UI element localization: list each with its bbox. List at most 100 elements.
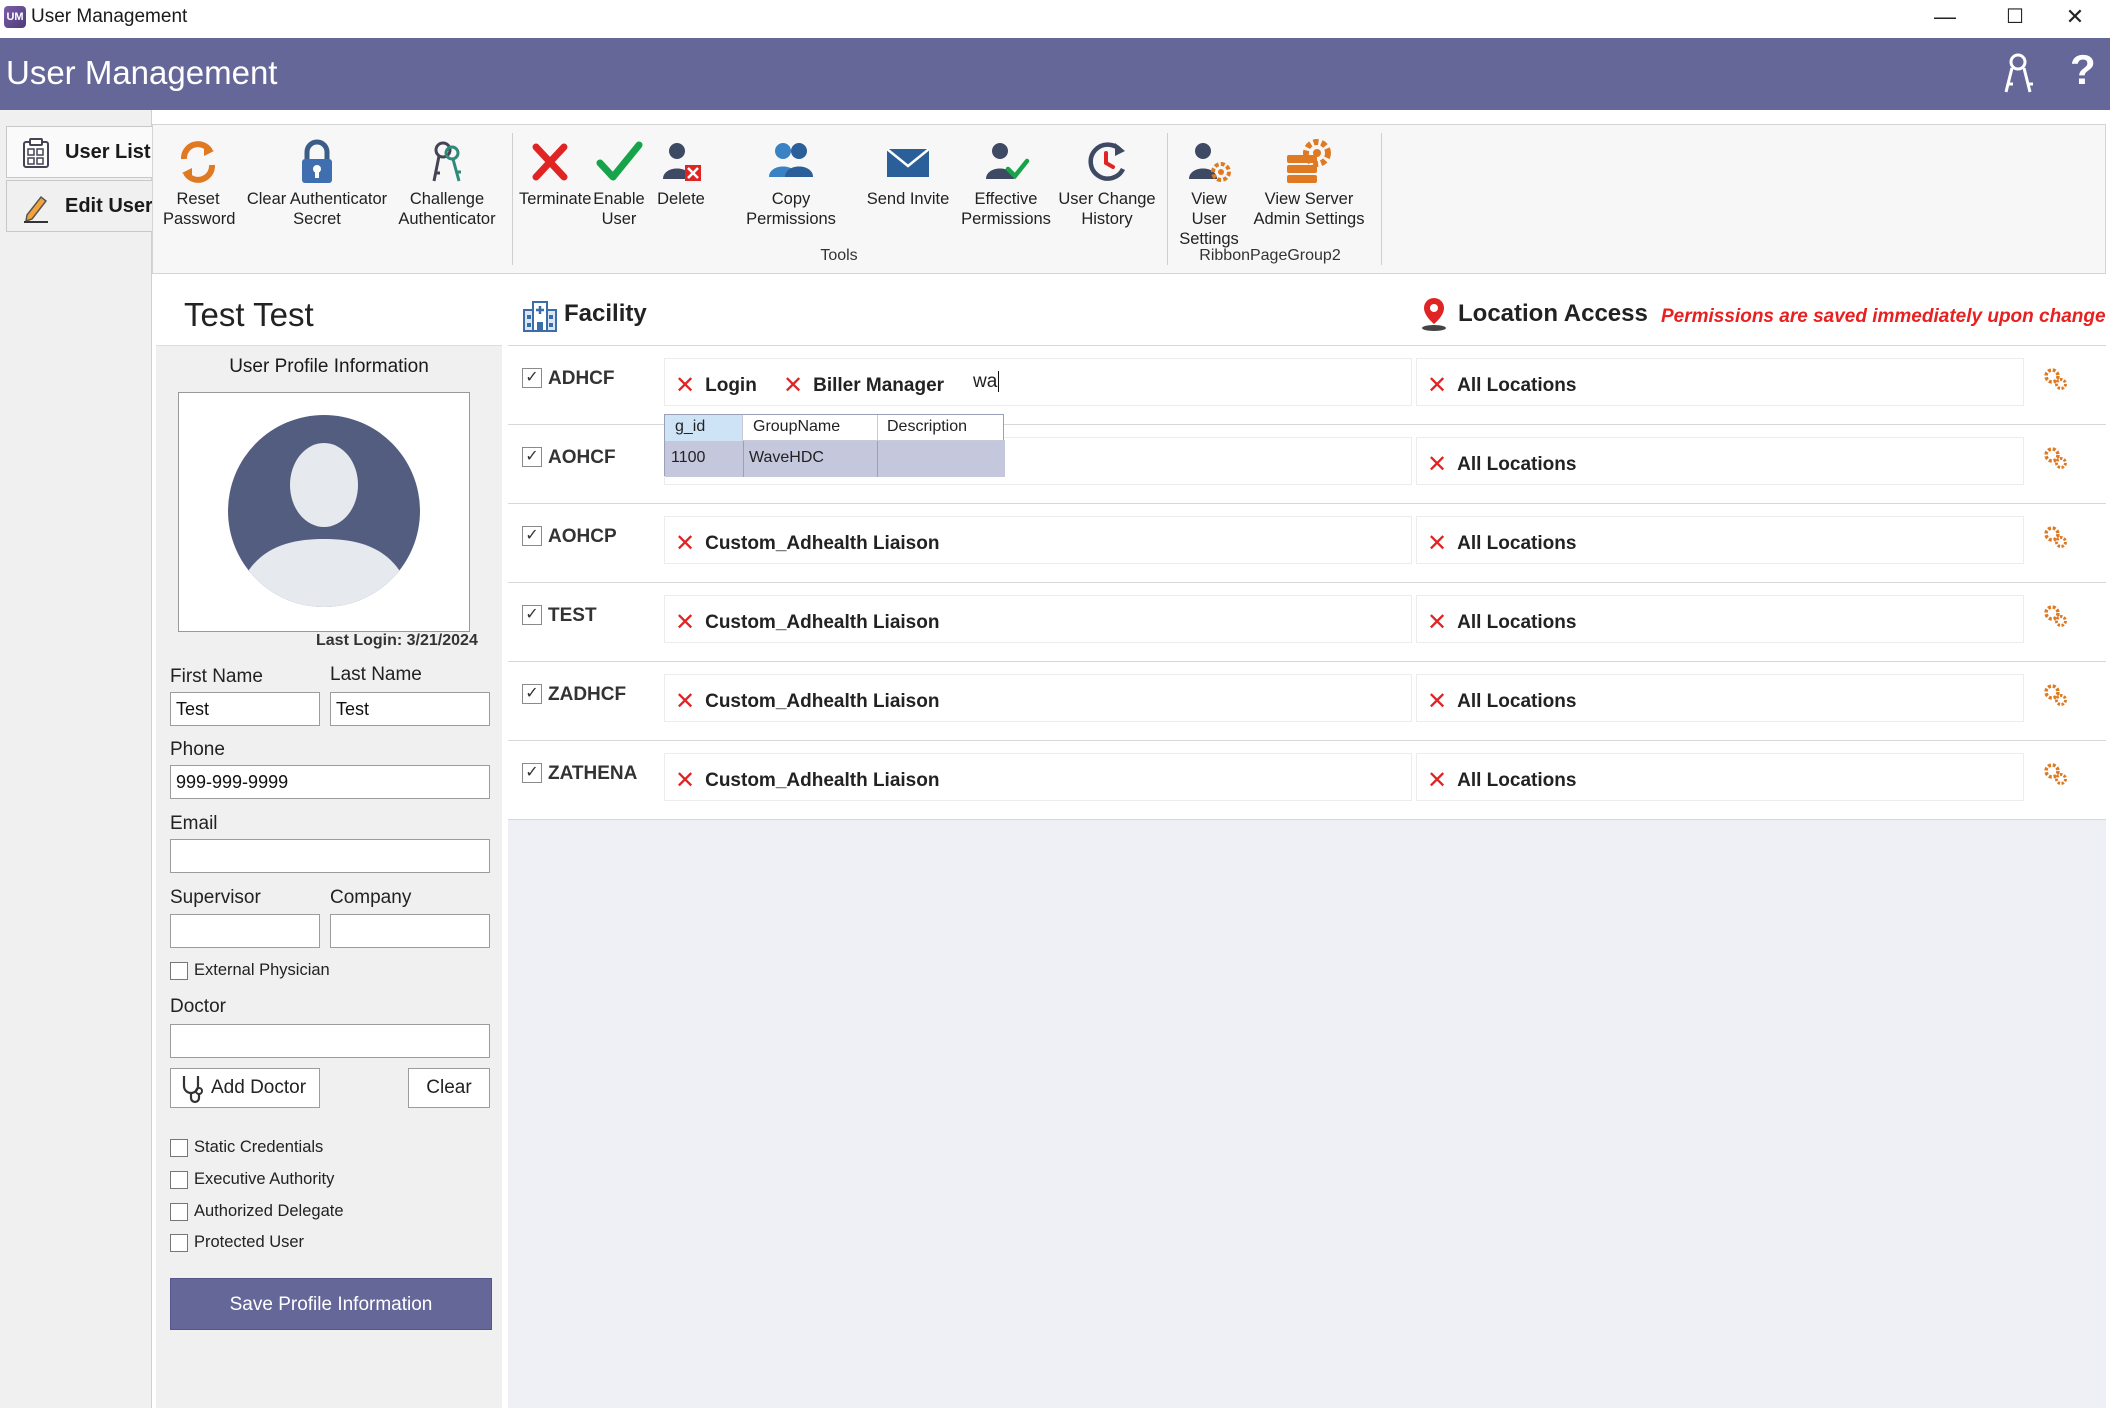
checkbox-box[interactable] bbox=[170, 961, 188, 980]
group-tag-editor[interactable]: ✕ Custom_Adhealth Liaison bbox=[664, 516, 1412, 564]
checkbox-label: Authorized Delegate bbox=[194, 1202, 344, 1221]
save-profile-button[interactable]: Save Profile Information bbox=[170, 1278, 492, 1330]
checkbox-box[interactable] bbox=[170, 1138, 188, 1157]
terminate-button[interactable]: Terminate bbox=[519, 139, 592, 209]
dropdown-row[interactable]: 1100 WaveHDC bbox=[665, 441, 1005, 477]
challenge-authenticator-button[interactable]: Challenge Authenticator bbox=[397, 139, 497, 229]
gears-icon[interactable] bbox=[2042, 682, 2068, 708]
last-name-field[interactable] bbox=[330, 692, 490, 726]
remove-tag-icon[interactable]: ✕ bbox=[675, 529, 695, 558]
help-icon[interactable]: ? bbox=[2070, 46, 2096, 94]
edit-pencil-icon bbox=[24, 195, 48, 223]
checkbox-box[interactable] bbox=[170, 1233, 188, 1252]
group-tag-label: Login bbox=[705, 375, 757, 396]
authorized-delegate-checkbox[interactable]: Authorized Delegate bbox=[170, 1202, 344, 1224]
clear-button[interactable]: Clear bbox=[408, 1068, 490, 1108]
gears-icon[interactable] bbox=[2042, 603, 2068, 629]
tab-user-list[interactable]: User List bbox=[6, 126, 154, 178]
remove-tag-icon[interactable]: ✕ bbox=[1427, 687, 1447, 716]
remove-tag-icon[interactable]: ✕ bbox=[783, 371, 803, 400]
remove-tag-icon[interactable]: ✕ bbox=[1427, 766, 1447, 795]
supervisor-field[interactable] bbox=[170, 914, 320, 948]
column-header-gid[interactable]: g_id bbox=[675, 418, 705, 436]
column-header-groupname[interactable]: GroupName bbox=[753, 418, 840, 436]
gears-icon[interactable] bbox=[2042, 445, 2068, 471]
location-tag-editor[interactable]: ✕ All Locations bbox=[1416, 358, 2024, 406]
static-credentials-checkbox[interactable]: Static Credentials bbox=[170, 1138, 323, 1160]
email-field[interactable] bbox=[170, 839, 490, 873]
remove-tag-icon[interactable]: ✕ bbox=[1427, 529, 1447, 558]
window-title: User Management bbox=[31, 6, 188, 27]
effective-permissions-button[interactable]: Effective Permissions bbox=[961, 139, 1051, 229]
keys-icon[interactable] bbox=[1998, 52, 2038, 96]
enable-user-button[interactable]: Enable User bbox=[591, 139, 647, 229]
remove-tag-icon[interactable]: ✕ bbox=[675, 766, 695, 795]
location-tag: ✕ All Locations bbox=[1427, 371, 1576, 400]
view-server-admin-settings-button[interactable]: View Server Admin Settings bbox=[1253, 139, 1365, 229]
view-user-settings-button[interactable]: View User Settings bbox=[1173, 139, 1245, 249]
checkmark-icon bbox=[596, 141, 643, 181]
facility-checkbox[interactable]: ✓ bbox=[522, 526, 542, 546]
facility-checkbox[interactable]: ✓ bbox=[522, 447, 542, 467]
window-titlebar: UM User Management — ☐ ✕ bbox=[0, 0, 2110, 38]
checkbox-box[interactable] bbox=[170, 1202, 188, 1221]
history-icon bbox=[1088, 142, 1126, 181]
close-button[interactable]: ✕ bbox=[2040, 0, 2110, 38]
remove-tag-icon[interactable]: ✕ bbox=[675, 371, 695, 400]
group-tag-label: Custom_Adhealth Liaison bbox=[705, 533, 940, 554]
column-divider bbox=[743, 441, 744, 477]
phone-field[interactable] bbox=[170, 765, 490, 799]
location-tag-editor[interactable]: ✕ All Locations bbox=[1416, 595, 2024, 643]
permissions-note: Permissions are saved immediately upon c… bbox=[1661, 306, 2106, 327]
button-label-line1: Enable bbox=[593, 190, 645, 208]
facility-name: ZADHCF bbox=[548, 684, 627, 705]
facility-checkbox[interactable]: ✓ bbox=[522, 368, 542, 388]
location-tag-editor[interactable]: ✕ All Locations bbox=[1416, 753, 2024, 801]
button-label-line1: Copy Permissions bbox=[746, 190, 836, 228]
clear-authenticator-secret-button[interactable]: Clear Authenticator Secret bbox=[245, 139, 389, 229]
group-search-input[interactable]: wa​ bbox=[973, 371, 1000, 393]
facility-checkbox[interactable]: ✓ bbox=[522, 684, 542, 704]
reset-password-button[interactable]: Reset Password bbox=[163, 139, 235, 229]
group-tag-editor[interactable]: ✕ Custom_Adhealth Liaison bbox=[664, 674, 1412, 722]
avatar[interactable] bbox=[178, 392, 470, 632]
remove-tag-icon[interactable]: ✕ bbox=[675, 608, 695, 637]
send-invite-button[interactable]: Send Invite bbox=[863, 139, 953, 209]
location-tag-label: All Locations bbox=[1457, 770, 1577, 791]
remove-tag-icon[interactable]: ✕ bbox=[1427, 608, 1447, 637]
facility-checkbox[interactable]: ✓ bbox=[522, 763, 542, 783]
checkbox-box[interactable] bbox=[170, 1170, 188, 1189]
gears-icon[interactable] bbox=[2042, 524, 2068, 550]
first-name-field[interactable] bbox=[170, 692, 320, 726]
location-tag-editor[interactable]: ✕ All Locations bbox=[1416, 516, 2024, 564]
company-field[interactable] bbox=[330, 914, 490, 948]
group-tag-editor[interactable]: ✕ Custom_Adhealth Liaison bbox=[664, 595, 1412, 643]
remove-tag-icon[interactable]: ✕ bbox=[675, 687, 695, 716]
protected-user-checkbox[interactable]: Protected User bbox=[170, 1233, 304, 1255]
group-tag-editor[interactable]: ✕ Login ✕ Biller Manager wa​ bbox=[664, 358, 1412, 406]
button-label-line1: Send Invite bbox=[866, 190, 950, 208]
column-header-description[interactable]: Description bbox=[887, 418, 967, 436]
user-change-history-button[interactable]: User Change History bbox=[1057, 139, 1157, 229]
delete-button[interactable]: Delete bbox=[653, 139, 709, 209]
remove-tag-icon[interactable]: ✕ bbox=[1427, 371, 1447, 400]
location-tag-editor[interactable]: ✕ All Locations bbox=[1416, 437, 2024, 485]
location-tag-editor[interactable]: ✕ All Locations bbox=[1416, 674, 2024, 722]
group-tag: ✕ Custom_Adhealth Liaison bbox=[675, 687, 939, 716]
gears-icon[interactable] bbox=[2042, 761, 2068, 787]
doctor-field[interactable] bbox=[170, 1024, 490, 1058]
checkbox-label: External Physician bbox=[194, 961, 330, 980]
button-label-line1: Terminate bbox=[519, 190, 592, 208]
add-doctor-button[interactable]: Add Doctor bbox=[170, 1068, 320, 1108]
tab-edit-user[interactable]: Edit User bbox=[6, 180, 154, 232]
group-tag-editor[interactable]: ✕ Custom_Adhealth Liaison bbox=[664, 753, 1412, 801]
checkbox-label: Protected User bbox=[194, 1233, 305, 1252]
gears-icon[interactable] bbox=[2042, 366, 2068, 392]
copy-permissions-button[interactable]: Copy Permissions bbox=[727, 139, 855, 229]
minimize-button[interactable]: — bbox=[1910, 0, 1980, 38]
remove-tag-icon[interactable]: ✕ bbox=[1427, 450, 1447, 479]
external-physician-checkbox[interactable]: External Physician bbox=[170, 961, 330, 983]
executive-authority-checkbox[interactable]: Executive Authority bbox=[170, 1170, 334, 1192]
facility-checkbox[interactable]: ✓ bbox=[522, 605, 542, 625]
vertical-tabstrip: User List Edit User bbox=[0, 110, 154, 1408]
